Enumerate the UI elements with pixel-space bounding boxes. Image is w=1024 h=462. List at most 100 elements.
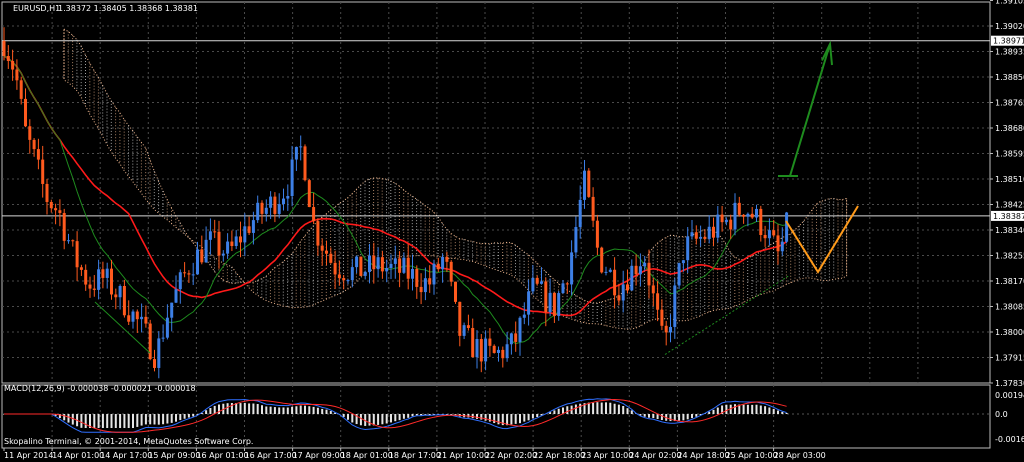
y-tick-label: 1.39020 bbox=[995, 22, 1024, 31]
candle-body bbox=[24, 98, 27, 127]
y-tick-label: 1.38680 bbox=[995, 124, 1024, 133]
candle-body bbox=[591, 196, 595, 221]
candle-body bbox=[41, 159, 45, 184]
macd-histogram-bar bbox=[308, 406, 311, 414]
macd-histogram-bar bbox=[286, 407, 289, 414]
candle-body bbox=[243, 226, 247, 243]
y-tick-label: 1.37915 bbox=[995, 354, 1024, 363]
macd-histogram-bar bbox=[110, 414, 113, 428]
candle-body bbox=[135, 311, 139, 320]
macd-histogram-bar bbox=[256, 403, 259, 414]
candle-body bbox=[144, 316, 148, 324]
candle-body bbox=[350, 267, 354, 281]
candle-body bbox=[737, 202, 741, 215]
candle-body bbox=[522, 314, 526, 318]
macd-histogram-bar bbox=[476, 414, 478, 419]
macd-histogram-bar bbox=[119, 414, 122, 428]
macd-histogram-bar bbox=[385, 414, 388, 424]
macd-histogram-bar bbox=[243, 402, 246, 414]
macd-histogram-bar bbox=[166, 414, 169, 424]
macd-histogram-bar bbox=[579, 403, 582, 414]
macd-histogram-bar bbox=[321, 408, 324, 414]
candle-body bbox=[733, 202, 737, 230]
macd-label: MACD(12,26,9) -0.000038 -0.000021 -0.000… bbox=[4, 384, 196, 393]
candle-body bbox=[742, 214, 746, 217]
candle-body bbox=[54, 208, 58, 211]
candle-body bbox=[380, 257, 384, 272]
candle-body bbox=[148, 323, 152, 360]
macd-histogram-bar bbox=[183, 414, 186, 419]
candle-body bbox=[471, 327, 475, 358]
macd-histogram-bar bbox=[574, 404, 577, 414]
candle-body bbox=[681, 260, 685, 264]
macd-histogram-bar bbox=[751, 404, 754, 414]
candle-body bbox=[49, 201, 53, 209]
eurusd-h1-chart[interactable]: 1.39105 1.39020 1.38935 1.38850 1.38765 1.386… bbox=[0, 0, 1024, 462]
macd-histogram-bar bbox=[329, 411, 332, 414]
candle-body bbox=[720, 214, 724, 223]
x-tick-label: 25 Apr 10:00 bbox=[726, 451, 778, 460]
candle-body bbox=[15, 69, 19, 81]
macd-histogram-bar bbox=[682, 414, 685, 421]
macd-histogram-bar bbox=[648, 414, 650, 418]
candle-body bbox=[518, 317, 522, 342]
candle-body bbox=[583, 170, 586, 200]
candle-body bbox=[226, 241, 230, 254]
candle-body bbox=[724, 219, 728, 223]
candle-body bbox=[428, 278, 432, 285]
candle-body bbox=[247, 226, 251, 233]
copyright-text: Skopalino Terminal, © 2001-2014, MetaQuo… bbox=[4, 437, 253, 446]
macd-histogram-bar bbox=[652, 414, 655, 419]
macd-histogram-bar bbox=[759, 405, 762, 414]
candle-body bbox=[299, 146, 303, 148]
candle-body bbox=[105, 268, 109, 278]
candle-body bbox=[552, 292, 556, 316]
y-tick-label: 1.38085 bbox=[995, 303, 1024, 312]
candle-body bbox=[570, 252, 574, 285]
candle-body bbox=[346, 280, 350, 282]
macd-histogram-bar bbox=[84, 414, 87, 428]
macd-histogram-bar bbox=[316, 407, 319, 414]
macd-histogram-bar bbox=[377, 414, 380, 425]
macd-histogram-bar bbox=[209, 408, 212, 414]
candle-body bbox=[574, 227, 578, 253]
candle-body bbox=[355, 256, 359, 268]
macd-histogram-bar bbox=[368, 414, 371, 426]
macd-histogram-bar bbox=[97, 414, 100, 428]
candle-body bbox=[36, 149, 40, 160]
candle-body bbox=[686, 236, 690, 261]
x-tick-label: 24 Apr 02:00 bbox=[629, 451, 681, 460]
y-tick-label: 1.38425 bbox=[995, 201, 1024, 210]
candle-body bbox=[703, 236, 707, 239]
candle-body bbox=[505, 344, 509, 359]
candle-body bbox=[712, 226, 715, 238]
candle-body bbox=[273, 196, 277, 214]
candle-body bbox=[294, 146, 298, 160]
candle-body bbox=[79, 267, 83, 270]
macd-histogram-bar bbox=[106, 414, 109, 428]
candle-body bbox=[260, 202, 264, 214]
macd-histogram-bar bbox=[493, 414, 496, 424]
macd-histogram-bar bbox=[67, 414, 70, 423]
macd-histogram-bar bbox=[566, 406, 569, 414]
candle-body bbox=[88, 284, 92, 289]
candle-body bbox=[699, 236, 703, 239]
candle-body bbox=[376, 257, 380, 270]
candle-body bbox=[497, 349, 500, 353]
candle-body bbox=[325, 250, 328, 254]
y-tick-label: 1.38510 bbox=[995, 175, 1024, 184]
candle-body bbox=[411, 268, 414, 279]
macd-histogram-bar bbox=[510, 414, 513, 425]
macd-histogram-bar bbox=[248, 403, 251, 414]
macd-histogram-bar bbox=[398, 414, 401, 421]
x-tick-label: 23 Apr 10:00 bbox=[581, 451, 633, 460]
macd-histogram-bar bbox=[557, 408, 560, 414]
macd-y-tick-label: -0.00164 bbox=[995, 435, 1024, 444]
candle-body bbox=[514, 333, 518, 342]
candle-body bbox=[763, 234, 767, 239]
x-tick-label: 28 Apr 03:00 bbox=[774, 451, 826, 460]
candle-body bbox=[561, 283, 565, 294]
macd-y-tick-label: 0.0 bbox=[995, 410, 1008, 419]
macd-histogram-bar bbox=[347, 414, 349, 420]
x-tick-label: 16 Apr 01:00 bbox=[196, 451, 248, 460]
